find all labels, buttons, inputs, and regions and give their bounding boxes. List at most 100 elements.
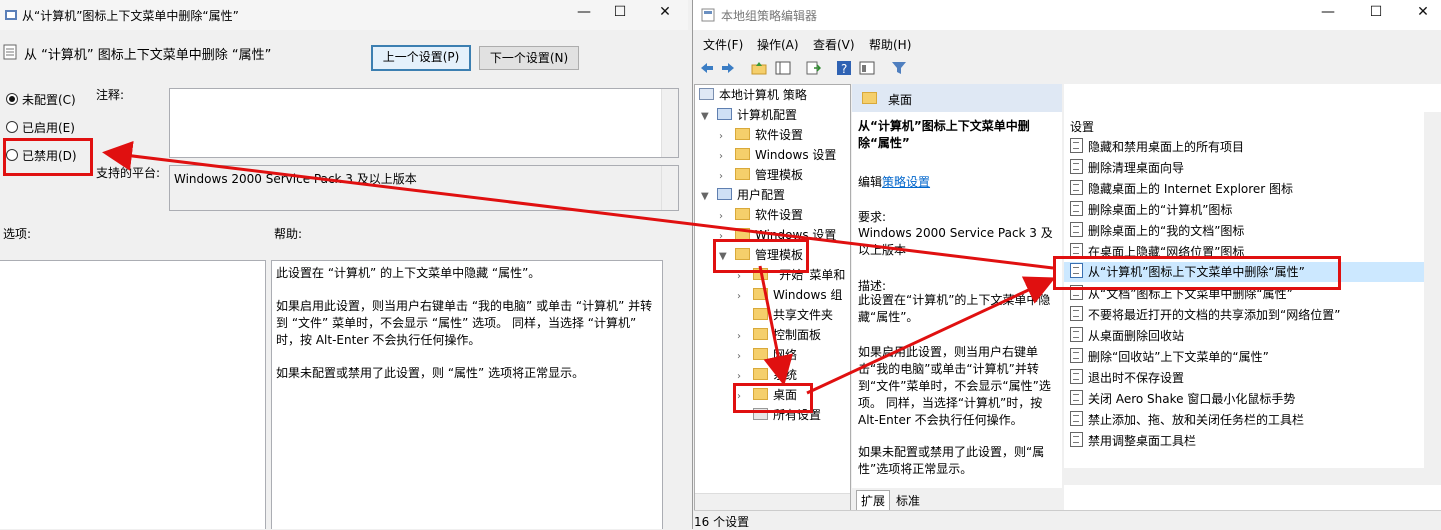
comment-textarea[interactable]	[169, 88, 679, 158]
list-item[interactable]: 删除清理桌面向导	[1070, 158, 1184, 178]
tree-node-network[interactable]: › 网络	[737, 345, 797, 365]
folder-icon	[862, 92, 877, 104]
folder-icon	[735, 148, 750, 160]
list-item-label: 删除桌面上的“我的文档”图标	[1088, 224, 1245, 238]
minimize-icon[interactable]: —	[569, 4, 599, 20]
platform-scrollbar[interactable]	[661, 166, 678, 210]
show-tree-icon[interactable]	[775, 60, 791, 76]
tree-node-label: 软件设置	[755, 128, 804, 142]
back-arrow-icon[interactable]	[699, 60, 715, 76]
list-item-label: 删除桌面上的“计算机”图标	[1088, 203, 1233, 217]
policy-tree: 本地计算机 策略 ▼ 计算机配置 › 软件设置 › Windows 设置 › 管理模板 …	[694, 84, 851, 512]
help-line: 如果未配置或禁用了此设置，则 “属性” 选项将正常显示。	[276, 366, 585, 380]
list-item-label: 禁止添加、拖、放和关闭任务栏的工具栏	[1088, 413, 1305, 427]
list-item[interactable]: 禁用调整桌面工具栏	[1070, 431, 1196, 451]
properties-icon[interactable]	[859, 60, 875, 76]
tab-extended[interactable]: 扩展	[856, 490, 891, 510]
collapse-icon[interactable]: ▼	[701, 107, 711, 127]
list-item-label: 删除清理桌面向导	[1088, 161, 1185, 175]
help-line: 如果启用此设置，则当用户右键单击 “我的电脑” 或单击 “计算机” 并转到 “文…	[276, 299, 653, 347]
menu-action[interactable]: 操作(A)	[757, 36, 799, 53]
up-folder-icon[interactable]	[751, 60, 767, 76]
expand-icon[interactable]: ›	[719, 147, 729, 167]
list-header-setting[interactable]: 设置	[1070, 118, 1094, 135]
editor-titlebar[interactable]: 本地组策略编辑器 — ☐ ✕	[693, 0, 1441, 30]
maximize-icon[interactable]: ☐	[605, 4, 635, 20]
tree-node-shared-folders[interactable]: 共享文件夹	[737, 305, 833, 325]
forward-arrow-icon[interactable]	[720, 60, 736, 76]
dialog-titlebar[interactable]: 从“计算机”图标上下文菜单中删除“属性” — ☐ ✕	[0, 0, 688, 30]
prev-setting-button[interactable]: 上一个设置(P)	[371, 45, 471, 71]
expand-icon[interactable]: ›	[719, 207, 729, 227]
next-setting-button[interactable]: 下一个设置(N)	[479, 46, 579, 70]
list-item[interactable]: 隐藏和禁用桌面上的所有项目	[1070, 137, 1244, 157]
highlight-desktop	[733, 383, 813, 413]
comment-label: 注释:	[96, 88, 125, 102]
list-item-label: 禁用调整桌面工具栏	[1088, 434, 1197, 448]
minimize-icon[interactable]: —	[1313, 4, 1343, 20]
requirements-value: Windows 2000 Service Pack 3 及以上版本	[858, 226, 1053, 257]
radio-enabled[interactable]: 已启用(E)	[6, 118, 106, 136]
help-icon[interactable]: ?	[836, 60, 852, 76]
help-label: 帮助:	[274, 227, 303, 241]
tree-node-label: 系统	[773, 368, 798, 382]
list-item[interactable]: 退出时不保存设置	[1070, 368, 1184, 388]
tree-node-label: 网络	[773, 348, 798, 362]
help-line: 此设置在 “计算机” 的上下文菜单中隐藏 “属性”。	[276, 266, 541, 280]
tree-node-label: 计算机配置	[737, 108, 798, 122]
list-vscrollbar[interactable]	[1424, 112, 1441, 468]
tree-node-control-panel[interactable]: › 控制面板	[737, 325, 821, 345]
list-item-label: 从桌面删除回收站	[1088, 329, 1185, 343]
highlight-admin-templates	[713, 239, 809, 273]
description-text-1: 此设置在“计算机”的上下文菜单中隐藏“属性”。	[858, 293, 1051, 324]
expand-icon[interactable]: ›	[737, 327, 747, 347]
menu-view[interactable]: 查看(V)	[813, 36, 855, 53]
tree-node-local-policy[interactable]: 本地计算机 策略	[699, 85, 807, 105]
tree-node-software[interactable]: › 软件设置	[719, 125, 803, 145]
tree-node-windows-components[interactable]: › Windows 组	[737, 285, 842, 305]
detail-title: 从“计算机”图标上下文菜单中删除“属性”	[858, 119, 1030, 150]
tree-node-user-software[interactable]: › 软件设置	[719, 205, 803, 225]
expand-icon[interactable]: ›	[719, 167, 729, 187]
list-item[interactable]: 隐藏桌面上的 Internet Explorer 图标	[1070, 179, 1293, 199]
menu-file[interactable]: 文件(F)	[703, 36, 743, 53]
folder-icon	[735, 128, 750, 140]
list-item[interactable]: 不要将最近打开的文档的共享添加到“网络位置”	[1070, 305, 1340, 325]
filter-icon[interactable]	[891, 60, 907, 76]
list-hscrollbar[interactable]	[1064, 468, 1441, 485]
tree-hscrollbar[interactable]	[695, 493, 850, 511]
expand-icon[interactable]: ›	[737, 287, 747, 307]
tree-node-computer-config[interactable]: ▼ 计算机配置	[701, 105, 797, 125]
tab-standard[interactable]: 标准	[892, 491, 924, 510]
export-icon[interactable]	[805, 60, 821, 76]
list-item[interactable]: 从桌面删除回收站	[1070, 326, 1184, 346]
edit-policy-link[interactable]: 策略设置	[882, 175, 930, 189]
close-icon[interactable]: ✕	[1408, 4, 1438, 20]
options-label: 选项:	[3, 227, 32, 241]
list-item[interactable]: 关闭 Aero Shake 窗口最小化鼠标手势	[1070, 389, 1295, 409]
radio-dot-icon	[6, 93, 18, 105]
comment-scrollbar[interactable]	[661, 89, 678, 157]
platform-field: Windows 2000 Service Pack 3 及以上版本	[169, 165, 679, 211]
close-icon[interactable]: ✕	[650, 4, 680, 20]
tree-node-user-config[interactable]: ▼ 用户配置	[701, 185, 785, 205]
expand-icon[interactable]: ›	[719, 127, 729, 147]
tree-node-admin-templates[interactable]: › 管理模板	[719, 165, 803, 185]
collapse-icon[interactable]: ▼	[701, 187, 711, 207]
status-text: 16 个设置	[694, 515, 750, 529]
list-item[interactable]: 删除“回收站”上下文菜单的“属性”	[1070, 347, 1269, 367]
menu-help[interactable]: 帮助(H)	[869, 36, 911, 53]
radio-not-configured[interactable]: 未配置(C)	[6, 90, 106, 108]
tree-node-label: 软件设置	[755, 208, 804, 222]
tree-node-windows-settings[interactable]: › Windows 设置	[719, 145, 836, 165]
list-item[interactable]: 删除桌面上的“我的文档”图标	[1070, 221, 1244, 241]
list-item[interactable]: 禁止添加、拖、放和关闭任务栏的工具栏	[1070, 410, 1304, 430]
policy-app-icon	[5, 10, 17, 20]
tree-node-system[interactable]: › 系统	[737, 365, 797, 385]
tree-node-label: 共享文件夹	[773, 308, 834, 322]
expand-icon[interactable]: ›	[737, 347, 747, 367]
dialog-title: 从“计算机”图标上下文菜单中删除“属性”	[22, 9, 239, 23]
user-icon	[717, 188, 732, 200]
list-item[interactable]: 删除桌面上的“计算机”图标	[1070, 200, 1232, 220]
maximize-icon[interactable]: ☐	[1361, 4, 1391, 20]
